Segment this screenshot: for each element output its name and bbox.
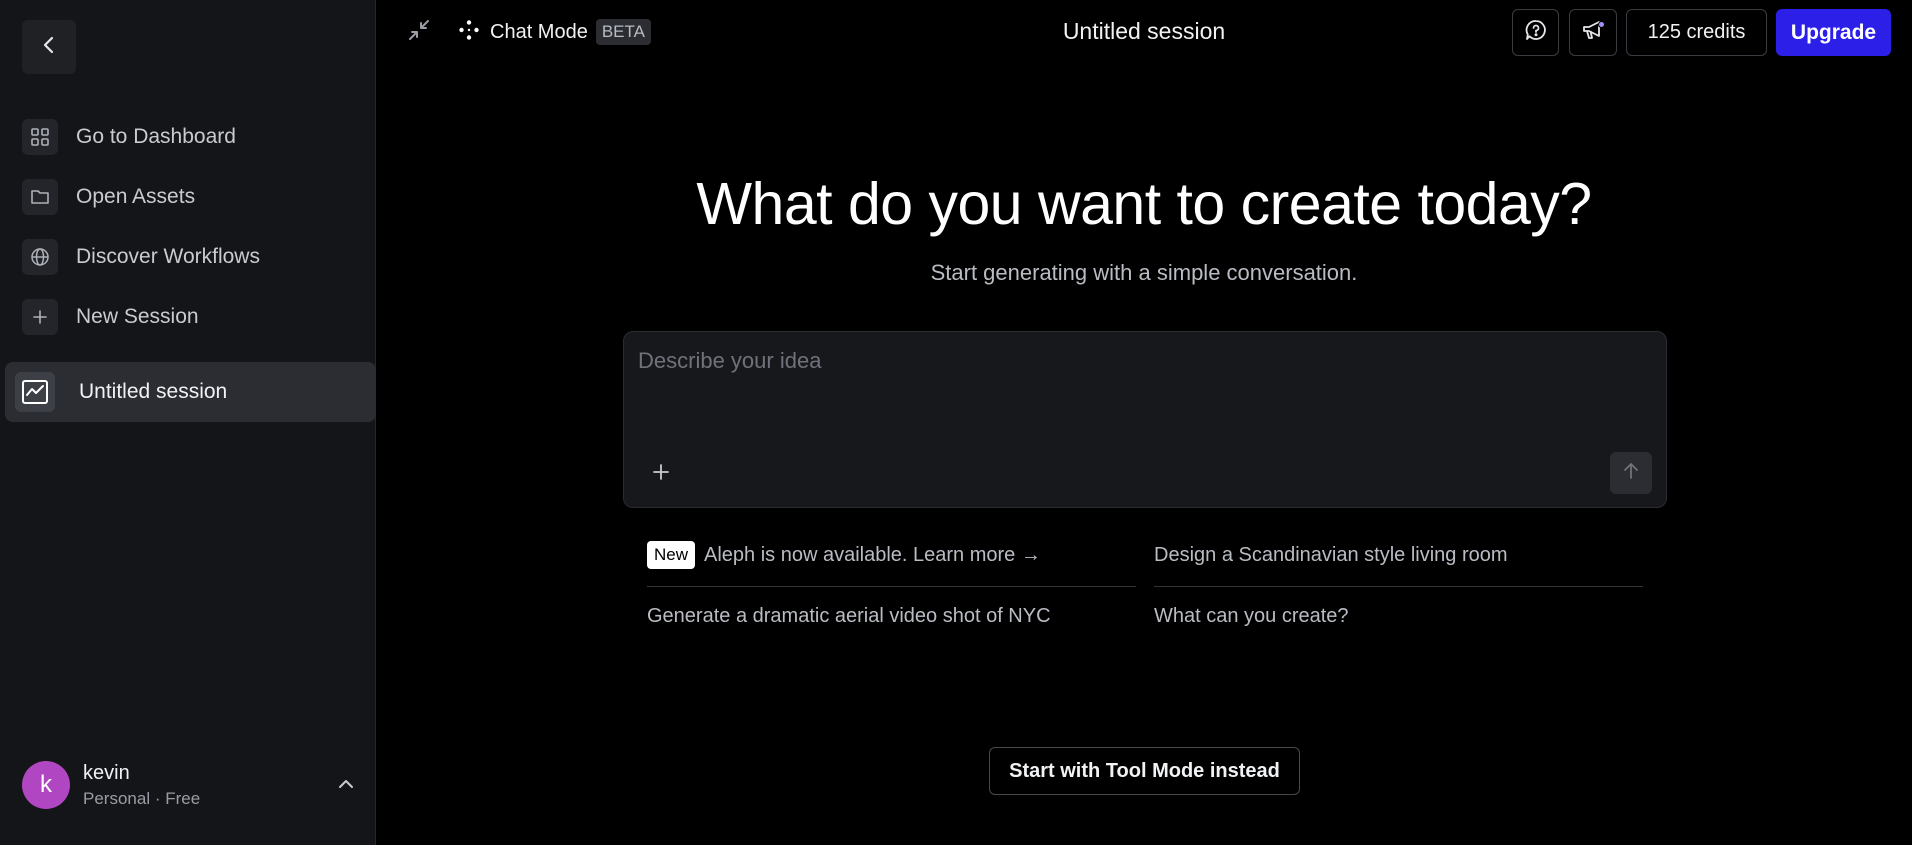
headline: What do you want to create today? [696,171,1592,237]
beta-badge: BETA [595,19,651,45]
chevron-up-icon [338,776,354,794]
divider [1154,586,1643,587]
sidebar: Go to Dashboard Open Assets Discover Wor… [0,0,376,845]
page-title-text: Untitled session [1062,18,1226,44]
plus-icon [22,299,58,335]
session-label: Untitled session [79,380,228,403]
credits-button[interactable]: 125 credits [1626,9,1767,56]
suggestion-item[interactable]: What can you create? [1154,605,1349,628]
user-plan: Personal · Free [83,788,201,808]
announcements-button[interactable] [1569,9,1617,56]
divider [647,586,1136,587]
grid-icon [22,119,58,155]
upgrade-button[interactable]: Upgrade [1776,9,1891,56]
chat-mode-indicator: Chat Mode BETA [458,16,651,48]
sidebar-item-new-session[interactable]: New Session [22,287,260,347]
suggestion-item[interactable]: Design a Scandinavian style living room [1154,544,1508,567]
subheadline: Start generating with a simple conversat… [930,260,1358,285]
new-badge: New [647,541,696,569]
sidebar-item-dashboard[interactable]: Go to Dashboard [22,107,260,167]
tool-mode-button[interactable]: Start with Tool Mode instead [989,747,1300,795]
sidebar-item-label: Open Assets [76,185,196,208]
prompt-input[interactable] [638,348,1648,408]
sparkle-dots-icon [458,19,480,46]
sidebar-item-label: New Session [76,305,199,328]
send-button[interactable] [1610,452,1652,494]
chevron-left-icon [42,36,56,59]
chat-bubble-icon [1524,18,1548,47]
avatar: k [22,761,70,809]
feedback-button[interactable] [1512,9,1559,56]
announcement-link[interactable]: New Aleph is now available. Learn more → [647,541,1041,569]
chart-line-icon [15,372,55,412]
chat-mode-label: Chat Mode [490,20,588,43]
globe-icon [22,239,58,275]
sidebar-item-label: Go to Dashboard [76,125,236,148]
sidebar-item-workflows[interactable]: Discover Workflows [22,227,260,287]
arrow-up-icon [1622,461,1640,486]
attach-button[interactable] [644,457,678,491]
sidebar-nav: Go to Dashboard Open Assets Discover Wor… [22,107,260,347]
announcement-text: Aleph is now available. Learn more → [704,543,1041,566]
minimize-button[interactable] [405,18,433,46]
sidebar-item-assets[interactable]: Open Assets [22,167,260,227]
minimize-icon [407,18,431,47]
plus-icon [651,462,671,487]
collapse-sidebar-button[interactable] [22,20,76,74]
sidebar-item-label: Discover Workflows [76,245,260,268]
notification-dot [1598,21,1605,28]
suggestion-item[interactable]: Generate a dramatic aerial video shot of… [647,605,1051,628]
sidebar-session-item[interactable]: Untitled session [5,362,376,422]
user-menu[interactable]: k kevin Personal · Free [22,760,354,810]
folder-icon [22,179,58,215]
user-name: kevin [83,761,130,784]
prompt-composer [623,331,1667,508]
